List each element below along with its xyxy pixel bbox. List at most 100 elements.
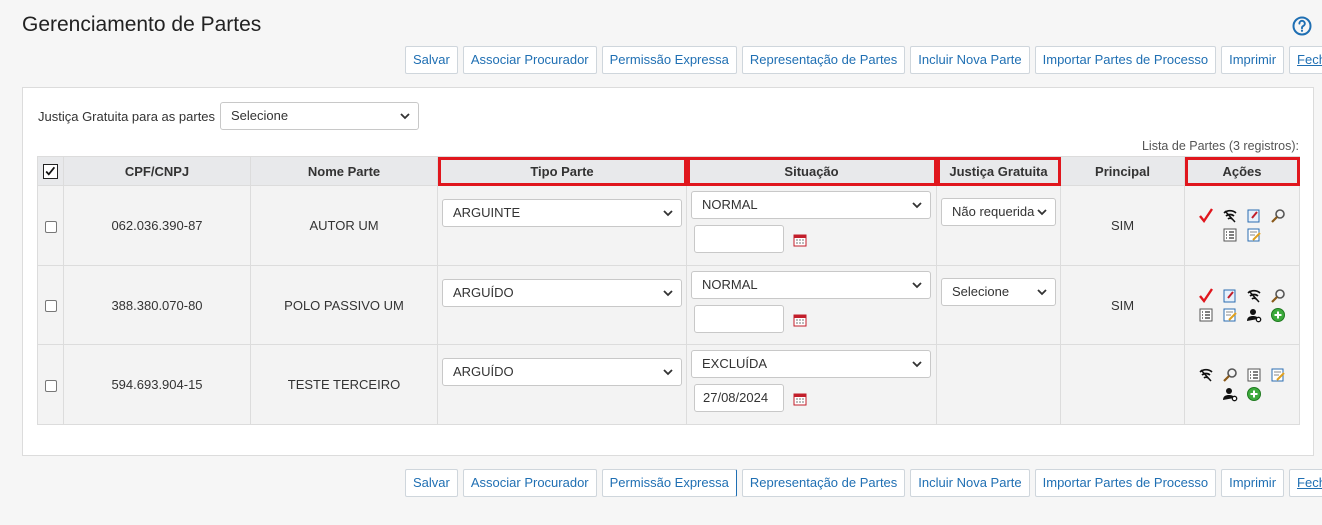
justica-gratuita-label: Justiça Gratuita para as partes <box>38 109 216 124</box>
table-row: 594.693.904-15 TESTE TERCEIRO ARGUÍDO EX… <box>37 344 1300 425</box>
party-representation-button[interactable]: Representação de Partes <box>741 469 906 497</box>
header-principal[interactable]: Principal <box>1060 156 1185 186</box>
calendar-icon[interactable] <box>793 233 807 247</box>
tipo-select-value: ARGUÍDO <box>453 364 514 379</box>
calendar-icon[interactable] <box>793 392 807 406</box>
list-icon[interactable] <box>1198 307 1214 323</box>
table-row: 388.380.070-80 POLO PASSIVO UM ARGUÍDO N… <box>37 265 1300 345</box>
check-mark-icon[interactable] <box>1198 207 1214 224</box>
row-checkbox[interactable] <box>44 379 57 392</box>
tipo-cell: ARGUINTE <box>437 185 687 266</box>
user-settings-icon[interactable] <box>1246 307 1262 323</box>
add-party-button[interactable]: Incluir Nova Parte <box>910 469 1030 497</box>
add-circle-icon[interactable] <box>1270 307 1286 323</box>
chevron-down-icon <box>912 282 922 289</box>
situacao-date-input[interactable] <box>694 225 784 253</box>
nome-cell: TESTE TERCEIRO <box>250 344 438 425</box>
principal-cell: SIM <box>1060 265 1185 345</box>
chevron-down-icon <box>1037 289 1047 296</box>
party-representation-button[interactable]: Representação de Partes <box>741 46 906 74</box>
chevron-down-icon <box>912 361 922 368</box>
signal-off-icon[interactable] <box>1198 367 1214 383</box>
close-button[interactable]: Fechar <box>1289 46 1322 74</box>
signal-off-icon[interactable] <box>1222 208 1238 224</box>
header-acoes: Ações <box>1184 156 1300 186</box>
tipo-cell: ARGUÍDO <box>437 344 687 425</box>
associate-attorney-button[interactable]: Associar Procurador <box>462 469 597 497</box>
chevron-down-icon <box>912 202 922 209</box>
justica-select[interactable]: Não requerida <box>941 198 1056 226</box>
document-edit-icon[interactable] <box>1246 208 1262 224</box>
justica-cell: Não requerida <box>936 185 1061 266</box>
justica-cell <box>936 344 1061 425</box>
parties-table: CPF/CNPJ Nome Parte Tipo Parte Situação … <box>37 156 1300 425</box>
situacao-select[interactable]: NORMAL <box>691 191 931 219</box>
document-edit-icon[interactable] <box>1222 288 1238 304</box>
situacao-select-value: EXCLUÍDA <box>702 356 768 371</box>
header-justica[interactable]: Justiça Gratuita <box>936 156 1061 186</box>
close-button[interactable]: Fechar <box>1289 469 1322 497</box>
principal-cell: SIM <box>1060 185 1185 266</box>
express-permission-button[interactable]: Permissão Expressa <box>601 46 737 74</box>
parties-count-label: Lista de Partes (3 registros): <box>1141 139 1299 153</box>
tipo-select-value: ARGUÍDO <box>453 285 514 300</box>
print-button[interactable]: Imprimir <box>1221 46 1285 74</box>
magnifier-icon[interactable] <box>1222 367 1238 383</box>
import-parties-button[interactable]: Importar Partes de Processo <box>1034 46 1217 74</box>
chevron-down-icon <box>663 210 673 217</box>
check-mark-icon[interactable] <box>1198 287 1214 304</box>
chevron-down-icon <box>400 113 410 120</box>
signal-off-icon[interactable] <box>1246 288 1262 304</box>
save-button[interactable]: Salvar <box>405 46 458 74</box>
justica-select[interactable]: Selecione <box>941 278 1056 306</box>
row-checkbox[interactable] <box>44 300 57 313</box>
situacao-select-value: NORMAL <box>702 277 758 292</box>
situacao-select[interactable]: NORMAL <box>691 271 931 299</box>
header-tipo[interactable]: Tipo Parte <box>437 156 687 186</box>
save-button[interactable]: Salvar <box>405 469 458 497</box>
magnifier-icon[interactable] <box>1270 208 1286 224</box>
acoes-cell <box>1184 265 1300 345</box>
cpf-cell: 062.036.390-87 <box>63 185 251 266</box>
header-nome[interactable]: Nome Parte <box>250 156 438 186</box>
header-situacao[interactable]: Situação <box>686 156 937 186</box>
tipo-select[interactable]: ARGUINTE <box>442 199 682 227</box>
associate-attorney-button[interactable]: Associar Procurador <box>462 46 597 74</box>
tipo-cell: ARGUÍDO <box>437 265 687 345</box>
cpf-cell: 388.380.070-80 <box>63 265 251 345</box>
add-party-button[interactable]: Incluir Nova Parte <box>910 46 1030 74</box>
edit-note-icon[interactable] <box>1246 227 1262 243</box>
express-permission-button[interactable]: Permissão Expressa <box>601 469 737 497</box>
situacao-select[interactable]: EXCLUÍDA <box>691 350 931 378</box>
user-settings-icon[interactable] <box>1222 386 1238 402</box>
list-icon[interactable] <box>1222 227 1238 243</box>
help-icon[interactable] <box>1292 16 1312 36</box>
situacao-select-value: NORMAL <box>702 197 758 212</box>
justica-gratuita-select-value: Selecione <box>231 108 289 123</box>
tipo-select[interactable]: ARGUÍDO <box>442 358 682 386</box>
justica-gratuita-select[interactable]: Selecione <box>220 102 419 130</box>
import-parties-button[interactable]: Importar Partes de Processo <box>1034 469 1217 497</box>
justica-select-value: Selecione <box>952 284 1010 299</box>
tipo-select[interactable]: ARGUÍDO <box>442 279 682 307</box>
print-button[interactable]: Imprimir <box>1221 469 1285 497</box>
situacao-date-input[interactable] <box>694 305 784 333</box>
situacao-date-input[interactable]: 27/08/2024 <box>694 384 784 412</box>
calendar-icon[interactable] <box>793 313 807 327</box>
edit-note-icon[interactable] <box>1270 367 1286 383</box>
magnifier-icon[interactable] <box>1270 288 1286 304</box>
acoes-cell <box>1184 344 1300 425</box>
header-cpf[interactable]: CPF/CNPJ <box>63 156 251 186</box>
top-toolbar: Salvar Associar Procurador Permissão Exp… <box>405 46 1322 74</box>
justica-cell: Selecione <box>936 265 1061 345</box>
row-checkbox[interactable] <box>44 220 57 233</box>
cpf-cell: 594.693.904-15 <box>63 344 251 425</box>
list-icon[interactable] <box>1246 367 1262 383</box>
add-circle-icon[interactable] <box>1246 386 1262 402</box>
situacao-cell: EXCLUÍDA 27/08/2024 <box>686 344 937 425</box>
table-row: 062.036.390-87 AUTOR UM ARGUINTE NORMAL <box>37 185 1300 266</box>
edit-note-icon[interactable] <box>1222 307 1238 323</box>
select-all-header[interactable] <box>37 156 64 186</box>
select-all-checkbox[interactable] <box>43 164 58 180</box>
nome-cell: POLO PASSIVO UM <box>250 265 438 345</box>
